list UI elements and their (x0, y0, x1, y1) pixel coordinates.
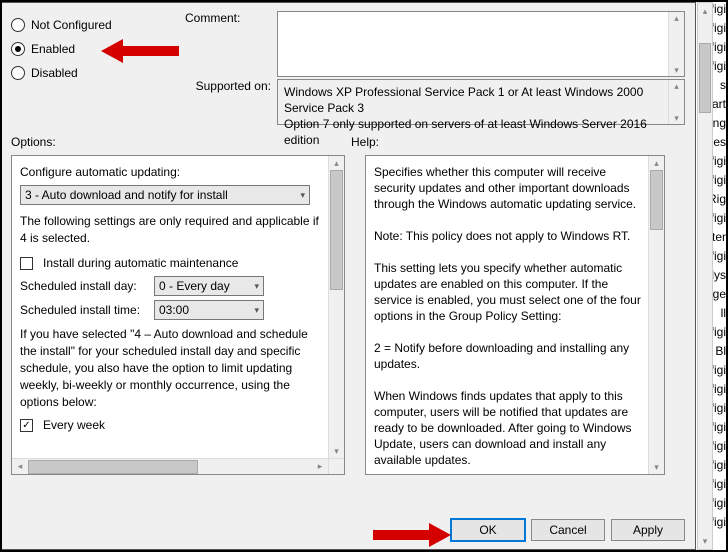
scroll-right-icon[interactable]: ▸ (312, 461, 328, 472)
settings-note: The following settings are only required… (20, 213, 326, 247)
ok-button[interactable]: OK (451, 519, 525, 541)
apply-button[interactable]: Apply (611, 519, 685, 541)
scroll-thumb[interactable] (330, 170, 343, 290)
radio-icon (11, 18, 25, 32)
dropdown-value: 3 - Auto download and notify for install (25, 187, 228, 204)
scroll-down-icon[interactable]: ▾ (329, 444, 344, 458)
scheduled-time-label: Scheduled install time: (20, 302, 148, 319)
scroll-thumb[interactable] (28, 460, 198, 474)
checkbox-icon (20, 419, 33, 432)
options-pane: Configure automatic updating: 3 - Auto d… (11, 155, 345, 475)
checkbox-label: Every week (43, 417, 105, 434)
install-during-maintenance-checkbox[interactable]: Install during automatic maintenance (20, 255, 326, 272)
scroll-down-icon[interactable]: ▾ (674, 64, 679, 76)
radio-icon (11, 42, 25, 56)
config-updating-label: Configure automatic updating: (20, 164, 326, 181)
scroll-thumb[interactable] (650, 170, 663, 230)
help-heading: Help: (351, 135, 379, 149)
help-pane: Specifies whether this computer will rec… (365, 155, 665, 475)
radio-label: Not Configured (31, 18, 112, 32)
chevron-down-icon: ▾ (300, 187, 305, 204)
scheduled-day-label: Scheduled install day: (20, 278, 148, 295)
cancel-button[interactable]: Cancel (531, 519, 605, 541)
scroll-corner (328, 458, 344, 474)
every-week-checkbox[interactable]: Every week (20, 417, 326, 434)
scheduled-time-dropdown[interactable]: 03:00 ▾ (154, 300, 264, 320)
background-scrollbar[interactable]: ▴ ▾ (697, 2, 713, 550)
dropdown-value: 0 - Every day (159, 278, 230, 295)
schedule-note: If you have selected "4 – Auto download … (20, 326, 326, 411)
checkbox-icon (20, 257, 33, 270)
radio-label: Disabled (31, 66, 78, 80)
scroll-down-icon[interactable]: ▾ (698, 533, 712, 549)
comment-label: Comment: (185, 11, 271, 77)
options-vscrollbar[interactable]: ▴ ▾ (328, 156, 344, 458)
scroll-down-icon[interactable]: ▾ (649, 460, 664, 474)
scroll-thumb[interactable] (699, 43, 711, 113)
radio-label: Enabled (31, 42, 75, 56)
annotation-arrow-ok (371, 519, 451, 551)
radio-icon (11, 66, 25, 80)
chevron-down-icon: ▾ (254, 302, 259, 319)
chevron-down-icon: ▾ (254, 278, 259, 295)
supported-on-label: Supported on: (185, 79, 271, 125)
supported-on-text: Windows XP Professional Service Pack 1 o… (277, 79, 685, 125)
scheduled-day-dropdown[interactable]: 0 - Every day ▾ (154, 276, 264, 296)
scroll-down-icon[interactable]: ▾ (674, 112, 679, 124)
scroll-up-icon[interactable]: ▴ (329, 156, 344, 170)
config-updating-dropdown[interactable]: 3 - Auto download and notify for install… (20, 185, 310, 205)
options-hscrollbar[interactable]: ◂ ▸ (12, 458, 328, 474)
annotation-arrow-enabled (101, 35, 181, 67)
supported-scrollbar[interactable]: ▴ ▾ (668, 80, 684, 124)
comment-textarea[interactable]: ▴ ▾ (277, 11, 685, 77)
scroll-left-icon[interactable]: ◂ (12, 461, 28, 472)
scroll-up-icon[interactable]: ▴ (674, 80, 679, 92)
help-text: Specifies whether this computer will rec… (366, 156, 664, 475)
scroll-up-icon[interactable]: ▴ (698, 3, 712, 19)
dropdown-value: 03:00 (159, 302, 189, 319)
comment-scrollbar[interactable]: ▴ ▾ (668, 12, 684, 76)
scroll-up-icon[interactable]: ▴ (649, 156, 664, 170)
help-vscrollbar[interactable]: ▴ ▾ (648, 156, 664, 474)
checkbox-label: Install during automatic maintenance (43, 255, 238, 272)
policy-dialog: Not Configured Enabled Disabled Comment:… (0, 2, 696, 550)
scroll-up-icon[interactable]: ▴ (674, 12, 679, 24)
radio-not-configured[interactable]: Not Configured (11, 13, 173, 37)
